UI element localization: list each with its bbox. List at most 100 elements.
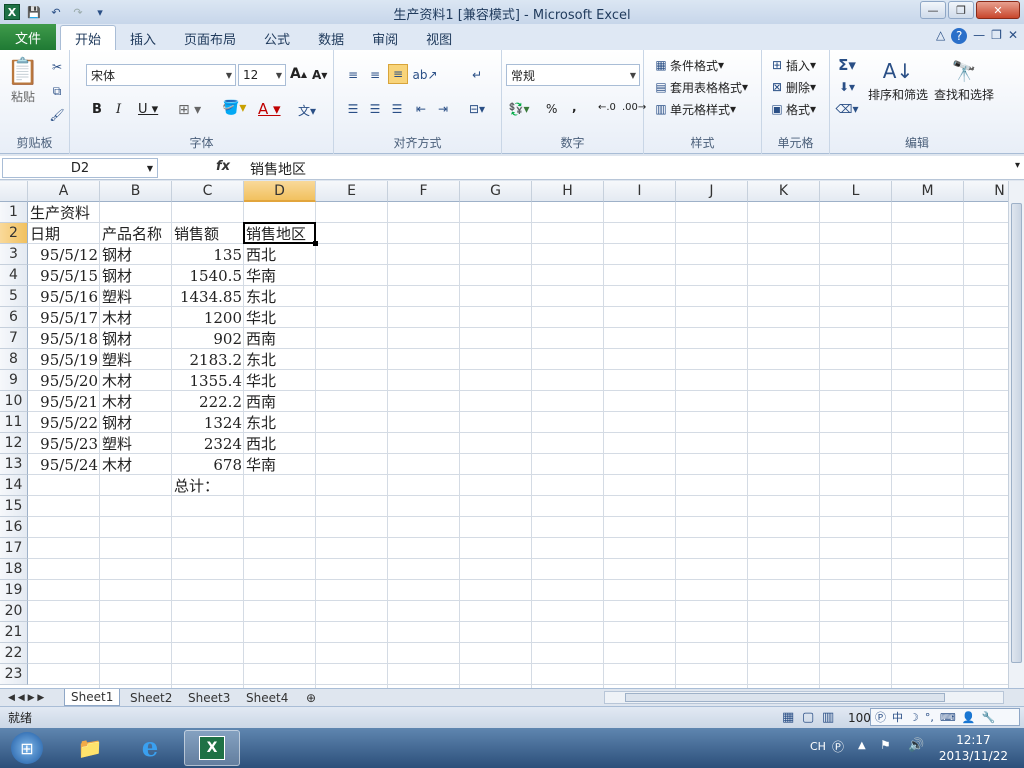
cell-A12[interactable]: 95/5/23	[28, 433, 100, 454]
row-header-16[interactable]: 16	[0, 517, 28, 538]
cell-C3[interactable]: 135	[172, 244, 244, 265]
formula-input[interactable]: 销售地区	[250, 159, 306, 179]
cell-C4[interactable]: 1540.5	[172, 265, 244, 286]
decrease-decimal-icon[interactable]: .00→	[622, 102, 646, 113]
row-header-13[interactable]: 13	[0, 454, 28, 475]
ime-logo-icon[interactable]: Ⓟ	[875, 709, 886, 725]
ime-chinese-mode-icon[interactable]: 中	[892, 709, 903, 725]
system-clock[interactable]: 12:17 2013/11/22	[939, 732, 1008, 764]
column-header-A[interactable]: A	[28, 181, 100, 202]
delete-cells-button[interactable]: ⊠ 删除 ▾	[768, 78, 816, 96]
format-cells-button[interactable]: ▣ 格式 ▾	[768, 100, 816, 118]
name-box[interactable]: D2 ▼	[2, 158, 158, 178]
sheet-nav-arrows-icon[interactable]: ◀ ◀ ▶ ▶	[2, 689, 50, 706]
tab-data[interactable]: 数据	[304, 26, 358, 50]
tab-page-layout[interactable]: 页面布局	[170, 26, 250, 50]
row-header-5[interactable]: 5	[0, 286, 28, 307]
excel-taskbar-button[interactable]: X	[184, 730, 240, 766]
row-header-4[interactable]: 4	[0, 265, 28, 286]
cell-C6[interactable]: 1200	[172, 307, 244, 328]
ime-keyboard-icon[interactable]: ⌨	[940, 711, 956, 724]
align-center-icon[interactable]: ☰	[366, 100, 384, 118]
horizontal-scroll-thumb[interactable]	[625, 693, 945, 702]
column-header-C[interactable]: C	[172, 181, 244, 202]
sheet-tab-4[interactable]: Sheet4	[240, 689, 294, 706]
ime-user-icon[interactable]: 👤	[962, 711, 976, 724]
ime-halfwidth-icon[interactable]: ☽	[909, 711, 919, 724]
tab-formulas[interactable]: 公式	[250, 26, 304, 50]
row-header-8[interactable]: 8	[0, 349, 28, 370]
autosum-icon[interactable]: Σ▾	[838, 56, 856, 74]
row-header-19[interactable]: 19	[0, 580, 28, 601]
minimize-ribbon-icon[interactable]: △	[936, 28, 945, 44]
cell-D7[interactable]: 西南	[244, 328, 388, 349]
worksheet-grid[interactable]: A B C D E F G H I J K L M N 1 2 3 4 5 6 7 8 9 10 11 12 13 14 15 16 17 1…	[0, 181, 1008, 688]
merge-center-icon[interactable]: ⊟▾	[468, 100, 486, 118]
cell-C11[interactable]: 1324	[172, 412, 244, 433]
underline-icon[interactable]: U ▾	[138, 102, 158, 117]
percent-icon[interactable]: %	[546, 102, 557, 116]
sort-filter-button[interactable]: A↓ 排序和筛选	[868, 56, 928, 103]
row-header-10[interactable]: 10	[0, 391, 28, 412]
increase-indent-icon[interactable]: ⇥	[434, 100, 452, 118]
undo-icon[interactable]: ↶	[48, 4, 64, 20]
cell-A10[interactable]: 95/5/21	[28, 391, 100, 412]
fill-color-icon[interactable]: 🪣▾	[222, 100, 246, 116]
page-layout-view-icon[interactable]: ▢	[802, 710, 814, 725]
column-header-F[interactable]: F	[388, 181, 460, 202]
row-header-7[interactable]: 7	[0, 328, 28, 349]
row-header-3[interactable]: 3	[0, 244, 28, 265]
row-header-21[interactable]: 21	[0, 622, 28, 643]
italic-icon[interactable]: I	[116, 102, 121, 117]
borders-icon[interactable]: ⊞ ▾	[178, 102, 201, 118]
insert-function-icon[interactable]: fx	[216, 159, 230, 174]
horizontal-scrollbar[interactable]	[604, 691, 1004, 704]
ime-settings-icon[interactable]: 🔧	[981, 711, 995, 724]
format-as-table-button[interactable]: ▤ 套用表格格式 ▾	[652, 78, 748, 96]
select-all-corner[interactable]	[0, 181, 28, 202]
sheet-tab-2[interactable]: Sheet2	[124, 689, 178, 706]
network-flag-icon[interactable]: ⚑	[880, 738, 891, 752]
cell-D10[interactable]: 西南	[244, 391, 388, 412]
vertical-scroll-thumb[interactable]	[1011, 203, 1022, 663]
row-header-15[interactable]: 15	[0, 496, 28, 517]
ime-tray-icon[interactable]: Ⓟ	[832, 738, 844, 755]
orientation-icon[interactable]: ab↗	[412, 66, 437, 84]
decrease-indent-icon[interactable]: ⇤	[412, 100, 430, 118]
close-button[interactable]: ✕	[976, 1, 1020, 19]
row-header-20[interactable]: 20	[0, 601, 28, 622]
doc-close-icon[interactable]: ✕	[1008, 28, 1018, 44]
cell-A6[interactable]: 95/5/17	[28, 307, 100, 328]
currency-icon[interactable]: 💱▾	[509, 100, 530, 118]
row-header-22[interactable]: 22	[0, 643, 28, 664]
doc-minimize-icon[interactable]: —	[973, 28, 985, 44]
cell-A9[interactable]: 95/5/20	[28, 370, 100, 391]
cell-D13[interactable]: 华南	[244, 454, 388, 475]
find-select-button[interactable]: 🔭 查找和选择	[934, 56, 994, 103]
cell-D6[interactable]: 华北	[244, 307, 388, 328]
cell-A4[interactable]: 95/5/15	[28, 265, 100, 286]
column-header-G[interactable]: G	[460, 181, 532, 202]
ime-punctuation-icon[interactable]: °,	[925, 711, 934, 724]
row-header-1[interactable]: 1	[0, 202, 28, 223]
font-color-icon[interactable]: A ▾	[258, 100, 281, 118]
column-header-M[interactable]: M	[892, 181, 964, 202]
fill-icon[interactable]: ⬇▾	[838, 78, 856, 96]
column-header-B[interactable]: B	[100, 181, 172, 202]
shrink-font-icon[interactable]: A ▼	[312, 68, 327, 82]
number-format-select[interactable]: 常规 ▼	[506, 64, 640, 86]
sheet-tab-3[interactable]: Sheet3	[182, 689, 236, 706]
wrap-text-icon[interactable]: ↵	[468, 66, 486, 84]
cell-D5[interactable]: 东北	[244, 286, 388, 307]
ime-toolbar[interactable]: Ⓟ 中 ☽ °, ⌨ 👤 🔧	[870, 708, 1020, 726]
cell-C9[interactable]: 1355.4	[172, 370, 244, 391]
minimize-button[interactable]: —	[920, 1, 946, 19]
grow-font-icon[interactable]: A ▲	[290, 66, 307, 82]
cell-C8[interactable]: 2183.2	[172, 349, 244, 370]
cell-C10[interactable]: 222.2	[172, 391, 244, 412]
paste-button[interactable]: 📋 粘贴	[7, 56, 39, 105]
tab-review[interactable]: 审阅	[358, 26, 412, 50]
cell-A1[interactable]: 生产资料	[28, 202, 172, 223]
zoom-level[interactable]: 100	[848, 711, 871, 725]
save-icon[interactable]: 💾	[26, 4, 42, 20]
